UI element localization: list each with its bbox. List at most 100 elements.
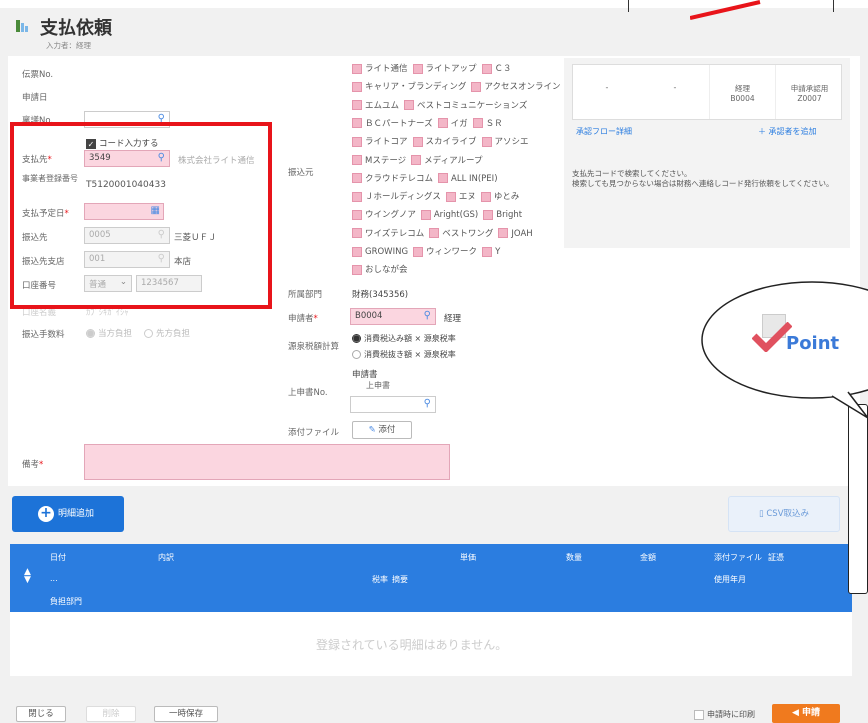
required-mark: * [313,314,318,324]
add-detail-button[interactable]: + 明細追加 [12,496,124,532]
company-checkbox[interactable]: アソシエ [481,136,529,147]
company-checkbox[interactable]: ライト通信 [352,63,408,74]
bank-code-input[interactable]: 0005 ⚲ [84,227,170,244]
code-input-checkbox[interactable]: ✓ コード入力する [86,137,159,149]
approver-code: B0004 [730,94,755,103]
company-checkbox[interactable]: Aright(GS) [420,209,478,220]
company-checkbox[interactable]: メディアループ [411,155,482,166]
voucher-no-label: 伝票No. [22,70,54,80]
col-amount: 金額 [640,553,656,562]
tax-option-excl[interactable]: 消費税抜き額 × 源泉税率 [352,349,456,360]
company-name: Ｃ３ [494,64,512,74]
close-button[interactable]: 閉じる [16,706,66,722]
company-checkbox[interactable]: スカイライブ [412,136,477,148]
fee-option-self[interactable]: 当方負担 [86,327,132,339]
company-checkbox[interactable]: ライトコア [352,136,408,148]
payee-name-value: 株式会社ライト通信 [178,156,255,166]
company-name: ＳＲ [485,118,503,129]
checkbox-icon [352,173,362,184]
col-usage-month: 使用年月 [714,575,746,584]
company-checkbox[interactable]: Ｃ３ [481,63,512,74]
fee-option-other[interactable]: 先方負担 [144,327,190,339]
company-checkbox[interactable]: JOAH [498,228,533,239]
company-name: ウイングノア [365,210,416,221]
company-checkbox[interactable]: ウイングノア [352,209,416,221]
company-name: エヌ [458,192,476,203]
checkbox-icon [352,264,362,275]
col-summary: 摘要 [392,575,408,584]
approval-flow-link[interactable]: 承認フロー詳細 [576,126,632,137]
radio-icon [352,334,361,343]
account-no-input[interactable]: 1234567 [136,275,202,292]
checkbox-icon [352,136,362,147]
company-checkbox[interactable]: Bright [483,209,523,221]
tax-option-incl[interactable]: 消費税込み額 × 源泉税率 [352,333,456,344]
checkbox-icon [412,63,423,74]
pay-date-label-text: 支払予定日 [22,209,65,219]
company-checkbox[interactable]: ベストコミュニケーションズ [404,100,527,111]
applicant-code-input[interactable]: B0004 ⚲ [350,308,436,325]
company-checkbox[interactable]: Ｊホールディングス [352,191,441,202]
add-approver-link[interactable]: ＋ 承認者を追加 [758,126,817,137]
approval-table: - - 経理 B0004 申請承認用 Z0007 [572,64,842,120]
checkbox-icon [481,63,492,74]
company-checkbox[interactable]: エムユム [352,100,399,111]
app-icon [16,18,34,32]
col-item: 内訳 [158,553,174,562]
clip-icon: ✎ [368,425,376,435]
company-checkbox[interactable]: ＢＣパートナーズ [352,118,433,129]
company-checkbox[interactable]: Mステージ [352,155,406,166]
company-name: ライトコア [365,137,408,148]
company-checkbox[interactable]: GROWING [352,246,408,257]
company-checkbox[interactable]: ALL IN(PEI) [438,173,498,184]
company-checkbox[interactable]: エヌ [445,191,476,203]
account-type-value: 普通 [89,280,107,290]
dept-value: 財務(345356) [352,290,409,300]
company-row: ウイングノア Aright(GS) Bright [352,208,527,220]
note-textarea[interactable] [84,444,450,480]
branch-code-value: 001 [89,254,106,264]
company-checkbox[interactable]: ワイズテレコム [352,228,424,239]
company-name: スカイライブ [425,137,477,148]
company-checkbox[interactable]: おしなが会 [352,264,408,275]
company-name: クラウドテレコム [365,173,434,184]
print-checkbox[interactable]: 申請時に印刷 [694,709,755,720]
save-temp-button[interactable]: 一時保存 [154,706,218,722]
search-icon[interactable]: ⚲ [424,310,431,321]
company-name: Bright [496,210,523,221]
company-checkbox[interactable]: ライトアップ [412,63,477,74]
superior-no-input[interactable]: ⚲ [350,396,436,413]
company-checkbox[interactable]: ベストワング [429,228,494,239]
search-icon[interactable]: ⚲ [424,398,431,409]
checkbox-icon [352,100,362,111]
pay-date-input[interactable]: ▦ [84,203,164,220]
checkbox-icon [352,63,362,74]
note-label-text: 備考 [22,460,40,470]
applicant-code-value: B0004 [355,311,383,321]
csv-import-button[interactable]: ▯ CSV取込み [728,496,840,532]
submit-button[interactable]: ◀ 申請 [772,704,840,723]
checkbox-icon [437,118,448,129]
search-icon[interactable]: ⚲ [158,152,165,163]
attach-button[interactable]: ✎ 添付 [352,421,412,439]
delete-button[interactable]: 削除 [86,706,136,722]
checkbox-icon [413,246,424,257]
calendar-icon[interactable]: ▦ [151,205,160,216]
approval-col: - [573,65,641,119]
company-checkbox[interactable]: イガ [437,118,468,129]
branch-code-input[interactable]: 001 ⚲ [84,251,170,268]
company-checkbox[interactable]: ウィンワーク [413,246,477,257]
account-type-select[interactable]: 普通 ⌄ [84,275,132,292]
company-name: ベストワング [442,228,494,239]
payee-code-input[interactable]: 3549 ⚲ [84,150,170,167]
company-name: Y [495,247,501,257]
company-row: GROWING ウィンワーク Y [352,245,505,257]
company-checkbox[interactable]: クラウドテレコム [352,173,434,184]
company-checkbox[interactable]: ＳＲ [472,118,503,129]
company-checkbox[interactable]: アクセスオンライン [471,81,561,92]
superior-no-label: 上申書No. [288,388,328,398]
sort-handle-icon[interactable]: ▲ ▼ [24,568,31,585]
company-checkbox[interactable]: ゆとみ [480,191,519,202]
company-checkbox[interactable]: Y [482,246,501,257]
company-checkbox[interactable]: キャリア・ブランディング [352,81,466,92]
